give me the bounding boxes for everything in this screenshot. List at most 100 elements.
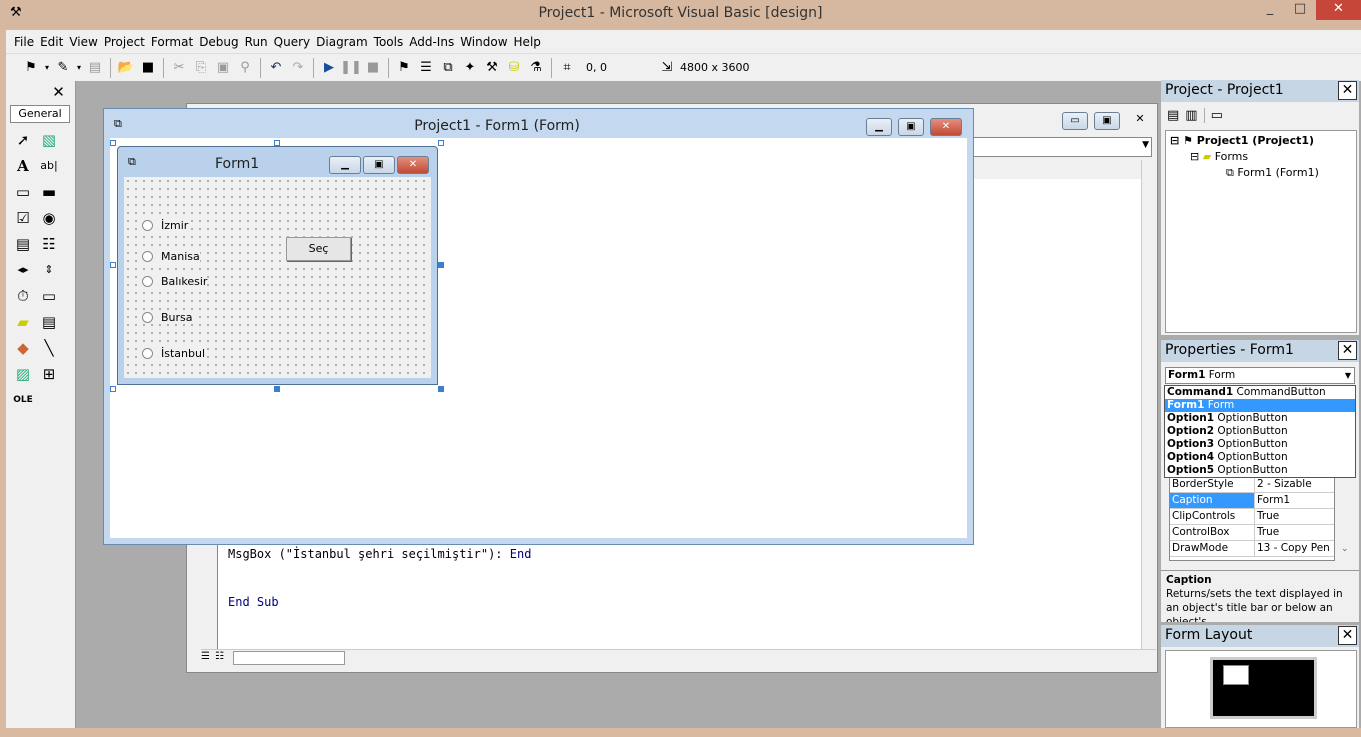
designer-restore-button[interactable]: ▣ (898, 118, 924, 136)
object-browser-icon[interactable]: ✦ (459, 57, 481, 79)
radio-icon[interactable] (142, 251, 153, 262)
pointer-icon[interactable]: ➚ (10, 127, 36, 153)
menu-format[interactable]: Format (151, 35, 193, 49)
dropdown-item[interactable]: Option4 OptionButton (1165, 451, 1355, 464)
component-manager-icon[interactable]: ⚗ (525, 57, 547, 79)
full-module-view-icon[interactable]: ☷ (215, 651, 224, 662)
property-row[interactable]: BorderStyle 2 - Sizable (1170, 477, 1334, 493)
open-icon[interactable]: 📂 (115, 57, 137, 79)
form1-close-button[interactable]: ✕ (397, 156, 429, 174)
list-box-icon[interactable]: ☷ (36, 231, 62, 257)
vscrollbar-icon[interactable]: ⇕ (36, 257, 62, 283)
dropdown-item[interactable]: Option2 OptionButton (1165, 425, 1355, 438)
toolbox-tab-general[interactable]: General (10, 105, 70, 123)
horizontal-scrollbar[interactable]: ☰ ☷ (201, 649, 1156, 666)
property-value[interactable]: True (1255, 525, 1334, 540)
scroll-down-icon[interactable]: ⌄ (1341, 544, 1349, 554)
menu-editor-icon[interactable]: ▤ (84, 57, 106, 79)
property-row[interactable]: ClipControls True (1170, 509, 1334, 525)
option-button-icon[interactable]: ◉ (36, 205, 62, 231)
properties-window-icon[interactable]: ☰ (415, 57, 437, 79)
timer-icon[interactable]: ⏱ (10, 283, 36, 309)
hscrollbar-icon[interactable]: ◂▸ (10, 257, 36, 283)
radio-icon[interactable] (142, 348, 153, 359)
close-button[interactable]: ✕ (1316, 0, 1361, 20)
find-icon[interactable]: ⚲ (234, 57, 256, 79)
image-icon[interactable]: ▨ (10, 361, 36, 387)
vertical-scrollbar[interactable] (1141, 160, 1156, 650)
resize-handle[interactable] (274, 386, 280, 392)
tree-folder[interactable]: ⊟ ▰ Forms (1190, 150, 1248, 163)
dropdown-item[interactable]: Command1 CommandButton (1165, 386, 1355, 399)
option-istanbul[interactable]: İstanbul (142, 347, 206, 360)
tree-root[interactable]: ⊟ ⚑ Project1 (Project1) (1170, 134, 1314, 147)
form1-maximize-button[interactable]: ▣ (363, 156, 395, 174)
toolbox-icon[interactable]: ⚒ (481, 57, 503, 79)
text-box-icon[interactable]: ab| (36, 153, 62, 179)
properties-close-icon[interactable]: ✕ (1338, 341, 1357, 360)
menu-help[interactable]: Help (514, 35, 541, 49)
pause-icon[interactable]: ❚❚ (340, 57, 362, 79)
add-form-icon[interactable]: ✎ (52, 57, 74, 79)
label-icon[interactable]: A (10, 153, 36, 179)
resize-handle[interactable] (438, 262, 444, 268)
code-minimize-button[interactable]: ▭ (1062, 112, 1088, 130)
menu-query[interactable]: Query (274, 35, 310, 49)
scrollbar-thumb[interactable] (233, 651, 345, 665)
radio-icon[interactable] (142, 220, 153, 231)
undo-icon[interactable]: ↶ (265, 57, 287, 79)
resize-handle[interactable] (110, 140, 116, 146)
resize-handle[interactable] (110, 262, 116, 268)
menu-file[interactable]: File (14, 35, 34, 49)
chevron-down-icon[interactable]: ▼ (1345, 368, 1351, 383)
dropdown-item[interactable]: Option1 OptionButton (1165, 412, 1355, 425)
drive-list-icon[interactable]: ▭ (36, 283, 62, 309)
property-row[interactable]: ControlBox True (1170, 525, 1334, 541)
object-selector[interactable]: Form1 Form ▼ (1165, 367, 1355, 384)
resize-handle[interactable] (438, 386, 444, 392)
option-manisa[interactable]: Manisa (142, 250, 200, 263)
project-close-icon[interactable]: ✕ (1338, 81, 1357, 100)
property-value[interactable]: Form1 (1255, 493, 1334, 508)
view-code-icon[interactable]: ▤ (1167, 108, 1179, 123)
menu-run[interactable]: Run (245, 35, 268, 49)
radio-icon[interactable] (142, 276, 153, 287)
toggle-folders-icon[interactable]: ▭ (1203, 107, 1223, 123)
data-icon[interactable]: ⊞ (36, 361, 62, 387)
form-layout-icon[interactable]: ⧉ (437, 57, 459, 79)
form-position-preview[interactable] (1223, 665, 1249, 685)
copy-icon[interactable]: ⎘ (190, 57, 212, 79)
designer-close-button[interactable]: ✕ (930, 118, 962, 136)
dir-list-icon[interactable]: ▰ (10, 309, 36, 335)
designer-minimize-button[interactable]: ▁ (866, 118, 892, 136)
dropdown-arrow-icon[interactable]: ▾ (74, 57, 84, 79)
toolbox-close-icon[interactable]: ✕ (49, 83, 68, 101)
menu-project[interactable]: Project (104, 35, 145, 49)
menu-view[interactable]: View (69, 35, 97, 49)
property-row[interactable]: DrawMode 13 - Copy Pen (1170, 541, 1334, 557)
radio-icon[interactable] (142, 312, 153, 323)
form1-window[interactable]: ⧉ Form1 ▁ ▣ ✕ İzmir Manisa Balıkesir Bur… (117, 146, 438, 385)
property-value[interactable]: 13 - Copy Pen (1255, 541, 1334, 556)
start-icon[interactable]: ▶ (318, 57, 340, 79)
dropdown-arrow-icon[interactable]: ▾ (42, 57, 52, 79)
add-project-icon[interactable]: ⚑ (20, 57, 42, 79)
redo-icon[interactable]: ↷ (287, 57, 309, 79)
minimize-button[interactable]: _ (1256, 0, 1284, 20)
stop-icon[interactable]: ■ (362, 57, 384, 79)
layout-close-icon[interactable]: ✕ (1338, 626, 1357, 645)
menu-add-ins[interactable]: Add-Ins (409, 35, 454, 49)
line-icon[interactable]: ╲ (36, 335, 62, 361)
tree-item-form1[interactable]: ⧉ Form1 (Form1) (1226, 166, 1319, 180)
check-box-icon[interactable]: ☑ (10, 205, 36, 231)
code-restore-button[interactable]: ▣ (1094, 112, 1120, 130)
option-balikesir[interactable]: Balıkesir (142, 275, 208, 288)
dropdown-item-selected[interactable]: Form1 Form (1165, 399, 1355, 412)
sec-button[interactable]: Seç (286, 237, 351, 261)
combo-box-icon[interactable]: ▤ (10, 231, 36, 257)
resize-handle[interactable] (110, 386, 116, 392)
property-value[interactable]: 2 - Sizable (1255, 477, 1334, 492)
file-list-icon[interactable]: ▤ (36, 309, 62, 335)
resize-handle[interactable] (438, 140, 444, 146)
option-bursa[interactable]: Bursa (142, 311, 193, 324)
